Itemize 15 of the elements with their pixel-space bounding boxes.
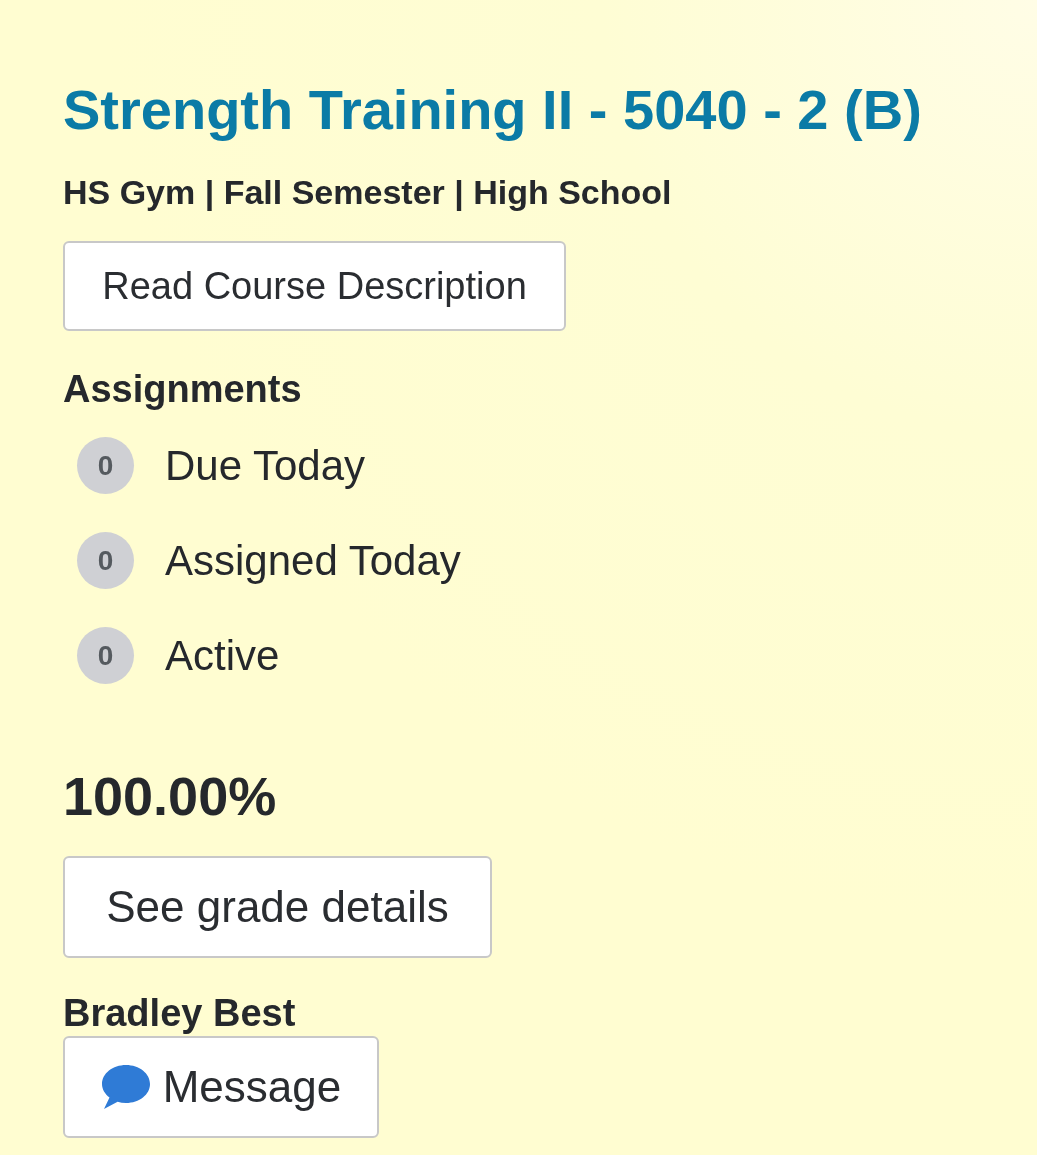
course-details: HS Gym | Fall Semester | High School xyxy=(63,172,672,212)
read-course-description-button[interactable]: Read Course Description xyxy=(63,241,566,331)
count-badge: 0 xyxy=(77,627,134,684)
course-title: Strength Training II - 5040 - 2 (B) xyxy=(63,78,922,142)
count-badge: 0 xyxy=(77,532,134,589)
count-badge: 0 xyxy=(77,437,134,494)
speech-bubble-icon xyxy=(100,1064,151,1110)
assignment-label: Assigned Today xyxy=(165,535,461,586)
teacher-name: Bradley Best xyxy=(63,991,296,1035)
grade-percent: 100.00% xyxy=(63,765,277,827)
message-button[interactable]: Message xyxy=(63,1036,379,1138)
assignment-label: Active xyxy=(165,630,280,681)
assignment-label: Due Today xyxy=(165,440,366,491)
assignments-heading: Assignments xyxy=(63,367,302,411)
see-grade-details-button[interactable]: See grade details xyxy=(63,856,492,958)
